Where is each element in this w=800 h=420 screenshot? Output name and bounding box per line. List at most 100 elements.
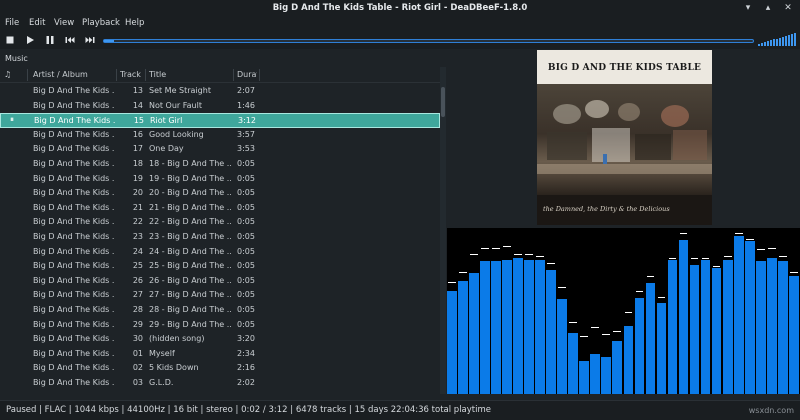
table-row[interactable]: Big D And The Kids ... 19 19 - Big D And T… bbox=[0, 172, 440, 187]
table-row[interactable]: Big D And The Kids ... 26 26 - Big D And T… bbox=[0, 274, 440, 289]
cell-artist: Big D And The Kids ... bbox=[33, 378, 115, 387]
table-row[interactable]: Big D And The Kids ... 18 18 - Big D And T… bbox=[0, 157, 440, 172]
scrollbar-thumb[interactable] bbox=[441, 87, 445, 117]
volume-slider[interactable] bbox=[758, 33, 798, 46]
album-art-photo bbox=[537, 84, 712, 195]
table-row[interactable]: Big D And The Kids ... 21 21 - Big D And T… bbox=[0, 201, 440, 216]
table-row[interactable]: Big D And The Kids ... 25 25 - Big D And T… bbox=[0, 259, 440, 274]
menu-edit[interactable]: Edit bbox=[29, 18, 45, 28]
table-row[interactable]: Big D And The Kids ... 02 5 Kids Down 2:16 bbox=[0, 361, 440, 376]
minimize-icon[interactable]: ▾ bbox=[742, 2, 754, 14]
spectrum-bar bbox=[788, 276, 799, 394]
column-divider[interactable] bbox=[27, 69, 28, 81]
spectrum-bar bbox=[535, 259, 545, 394]
spectrum-visualizer[interactable] bbox=[447, 228, 800, 394]
volume-level-bar bbox=[758, 44, 760, 46]
stop-icon[interactable] bbox=[3, 33, 17, 47]
playlist[interactable]: Big D And The Kids ... 13 Set Me Straight 2… bbox=[0, 84, 440, 394]
cell-title: Not Our Fault bbox=[149, 100, 202, 110]
cell-duration: 0:05 bbox=[237, 275, 255, 285]
next-icon[interactable] bbox=[83, 33, 97, 47]
column-track[interactable]: Track No bbox=[120, 70, 144, 79]
spectrum-peak bbox=[712, 265, 721, 267]
table-row[interactable]: Big D And The Kids ... 27 27 - Big D And T… bbox=[0, 288, 440, 303]
album-art-figures bbox=[537, 100, 712, 174]
play-icon[interactable] bbox=[23, 33, 37, 47]
previous-icon[interactable] bbox=[63, 33, 77, 47]
cell-duration: 2:16 bbox=[237, 363, 255, 373]
spectrum-bar bbox=[502, 259, 512, 394]
column-divider[interactable] bbox=[116, 69, 117, 81]
spectrum-bar bbox=[579, 360, 590, 394]
table-row[interactable]: Big D And The Kids ... 13 Set Me Straight 2… bbox=[0, 84, 440, 99]
column-artist[interactable]: Artist / Album bbox=[33, 70, 113, 79]
cell-artist: Big D And The Kids ... bbox=[33, 217, 115, 227]
table-row[interactable]: Big D And The Kids ... 20 20 - Big D And T… bbox=[0, 186, 440, 201]
close-icon[interactable]: ✕ bbox=[782, 2, 794, 14]
spectrum-peak bbox=[569, 322, 578, 324]
cell-title: 28 - Big D And The ... bbox=[149, 305, 231, 314]
table-row[interactable]: Big D And The Kids ... 24 24 - Big D And T… bbox=[0, 245, 440, 260]
spectrum-bar bbox=[722, 259, 733, 394]
cell-artist: Big D And The Kids ... bbox=[33, 100, 115, 110]
spectrum-bar bbox=[656, 302, 667, 394]
cell-artist: Big D And The Kids ... bbox=[34, 116, 116, 126]
maximize-icon[interactable]: ▴ bbox=[762, 2, 774, 14]
column-title[interactable]: Title bbox=[149, 70, 229, 79]
volume-level-bar bbox=[779, 37, 781, 46]
cell-artist: Big D And The Kids ... bbox=[33, 261, 115, 271]
menu-view[interactable]: View bbox=[54, 18, 74, 28]
cell-title: 29 - Big D And The ... bbox=[149, 319, 231, 329]
column-duration[interactable]: Duration bbox=[237, 70, 257, 79]
cell-track: 29 bbox=[132, 319, 143, 329]
cell-duration: 3:20 bbox=[237, 334, 255, 344]
spectrum-peak bbox=[734, 232, 743, 234]
spectrum-peak bbox=[657, 297, 666, 299]
table-row[interactable]: Big D And The Kids ... 14 Not Our Fault 1:4… bbox=[0, 99, 440, 114]
cell-duration: 0:05 bbox=[237, 232, 255, 241]
spectrum-bar bbox=[755, 261, 766, 394]
table-row[interactable]: Big D And The Kids ... 16 Good Looking 3:57 bbox=[0, 128, 440, 143]
column-playing[interactable]: ♫ bbox=[4, 70, 11, 79]
watermark: wsxdn.com bbox=[748, 406, 794, 415]
column-divider[interactable] bbox=[259, 69, 260, 81]
table-row[interactable]: Big D And The Kids ... 22 22 - Big D And T… bbox=[0, 215, 440, 230]
table-row-selected[interactable]: ⏸ Big D And The Kids ... 15 Riot Girl 3:12 bbox=[0, 113, 440, 128]
title-bar: Big D And The Kids Table - Riot Girl - D… bbox=[0, 0, 800, 17]
spectrum-peak bbox=[459, 272, 467, 274]
cell-track: 19 bbox=[132, 173, 143, 183]
table-row[interactable]: Big D And The Kids ... 29 29 - Big D And T… bbox=[0, 318, 440, 333]
table-row[interactable]: Big D And The Kids ... 17 One Day 3:53 bbox=[0, 142, 440, 157]
menu-file[interactable]: File bbox=[5, 18, 19, 28]
spectrum-bar bbox=[678, 239, 689, 394]
spectrum-peak bbox=[470, 254, 478, 256]
column-divider[interactable] bbox=[233, 69, 234, 81]
table-row[interactable]: Big D And The Kids ... 28 28 - Big D And T… bbox=[0, 303, 440, 318]
spectrum-bar bbox=[744, 241, 755, 394]
tab-music[interactable]: Music bbox=[5, 54, 28, 63]
table-row[interactable]: Big D And The Kids ... 23 23 - Big D And T… bbox=[0, 230, 440, 245]
cell-track: 17 bbox=[132, 144, 143, 154]
spectrum-peak bbox=[668, 257, 677, 259]
cell-track: 02 bbox=[132, 363, 143, 373]
spectrum-bar bbox=[447, 291, 457, 394]
cell-artist: Big D And The Kids ... bbox=[33, 144, 115, 154]
album-art-title-strip: the Damned, the Dirty & the Delicious bbox=[537, 195, 712, 225]
spectrum-peak bbox=[646, 275, 655, 277]
table-row[interactable]: Big D And The Kids ... 03 G.L.D. 2:02 bbox=[0, 376, 440, 391]
table-row[interactable]: Big D And The Kids ... 30 (hidden song) 3:2… bbox=[0, 332, 440, 347]
menu-playback[interactable]: Playback bbox=[82, 18, 120, 28]
cell-track: 30 bbox=[132, 334, 143, 344]
pause-icon[interactable] bbox=[43, 33, 57, 47]
cell-track: 21 bbox=[132, 202, 143, 212]
spectrum-peak bbox=[624, 312, 633, 314]
volume-level-bar bbox=[776, 38, 778, 46]
volume-level-bar bbox=[794, 33, 796, 46]
seek-bar[interactable] bbox=[103, 39, 754, 43]
cell-duration: 0:05 bbox=[237, 319, 255, 329]
spectrum-peak bbox=[536, 255, 544, 257]
spectrum-peak bbox=[778, 255, 787, 257]
column-divider[interactable] bbox=[145, 69, 146, 81]
table-row[interactable]: Big D And The Kids ... 01 Myself 2:34 bbox=[0, 347, 440, 362]
menu-help[interactable]: Help bbox=[125, 18, 144, 28]
